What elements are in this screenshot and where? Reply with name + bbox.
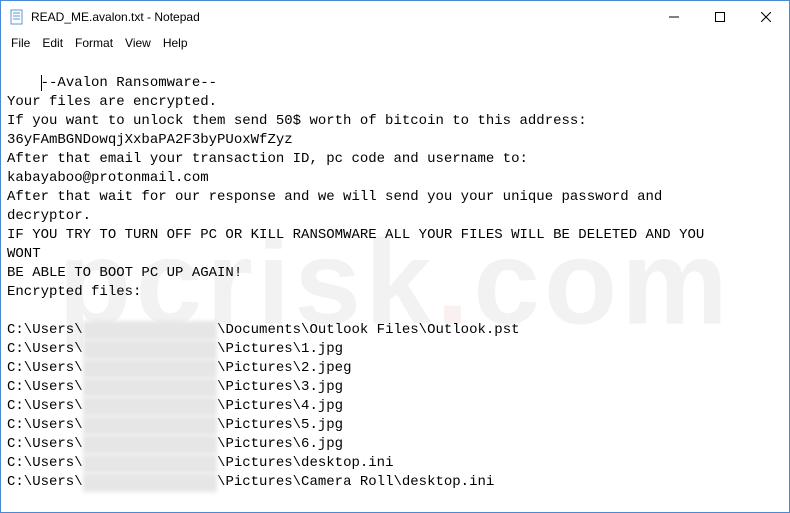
path-prefix: C:\Users\ [7,436,83,452]
menu-file[interactable]: File [5,35,36,51]
path-prefix: C:\Users\ [7,341,83,357]
redacted-username: ████████████████ [83,473,217,492]
line: After that wait for our response and we … [7,189,662,205]
path-prefix: C:\Users\ [7,379,83,395]
redacted-username: ████████████████ [83,378,217,397]
minimize-button[interactable] [651,1,697,33]
line: kabayaboo@protonmail.com [7,170,209,186]
redacted-username: ████████████████ [83,321,217,340]
path-suffix: \Pictures\Camera Roll\desktop.ini [217,474,494,490]
path-suffix: \Pictures\3.jpg [217,379,343,395]
line: After that email your transaction ID, pc… [7,151,528,167]
line: Encrypted files: [7,284,141,300]
window-controls [651,1,789,33]
path-prefix: C:\Users\ [7,360,83,376]
redacted-username: ████████████████ [83,359,217,378]
redacted-username: ████████████████ [83,397,217,416]
path-suffix: \Pictures\1.jpg [217,341,343,357]
path-suffix: \Pictures\2.jpeg [217,360,351,376]
path-suffix: \Pictures\6.jpg [217,436,343,452]
path-suffix: \Pictures\desktop.ini [217,455,393,471]
menu-edit[interactable]: Edit [36,35,69,51]
redacted-username: ████████████████ [83,416,217,435]
window-title: READ_ME.avalon.txt - Notepad [31,10,651,24]
redacted-username: ████████████████ [83,340,217,359]
path-suffix: \Documents\Outlook Files\Outlook.pst [217,322,519,338]
path-suffix: \Pictures\4.jpg [217,398,343,414]
path-prefix: C:\Users\ [7,455,83,471]
path-prefix: C:\Users\ [7,417,83,433]
line: If you want to unlock them send 50$ wort… [7,113,587,129]
menu-help[interactable]: Help [157,35,194,51]
line: Your files are encrypted. [7,94,217,110]
notepad-icon [9,9,25,25]
redacted-username: ████████████████ [83,435,217,454]
line: WONT [7,246,41,262]
menu-view[interactable]: View [119,35,157,51]
menu-format[interactable]: Format [69,35,119,51]
path-prefix: C:\Users\ [7,322,83,338]
redacted-username: ████████████████ [83,454,217,473]
line: IF YOU TRY TO TURN OFF PC OR KILL RANSOM… [7,227,704,243]
path-prefix: C:\Users\ [7,474,83,490]
maximize-button[interactable] [697,1,743,33]
notepad-window: READ_ME.avalon.txt - Notepad File Edit F… [0,0,790,513]
text-area[interactable]: pcrisk.com--Avalon Ransomware-- Your fil… [1,53,789,512]
line: decryptor. [7,208,91,224]
line: BE ABLE TO BOOT PC UP AGAIN! [7,265,242,281]
path-prefix: C:\Users\ [7,398,83,414]
line: 36yFAmBGNDowqjXxbaPA2F3byPUoxWfZyz [7,132,293,148]
titlebar: READ_ME.avalon.txt - Notepad [1,1,789,33]
path-suffix: \Pictures\5.jpg [217,417,343,433]
close-button[interactable] [743,1,789,33]
line: --Avalon Ransomware-- [41,75,217,91]
menubar: File Edit Format View Help [1,33,789,53]
